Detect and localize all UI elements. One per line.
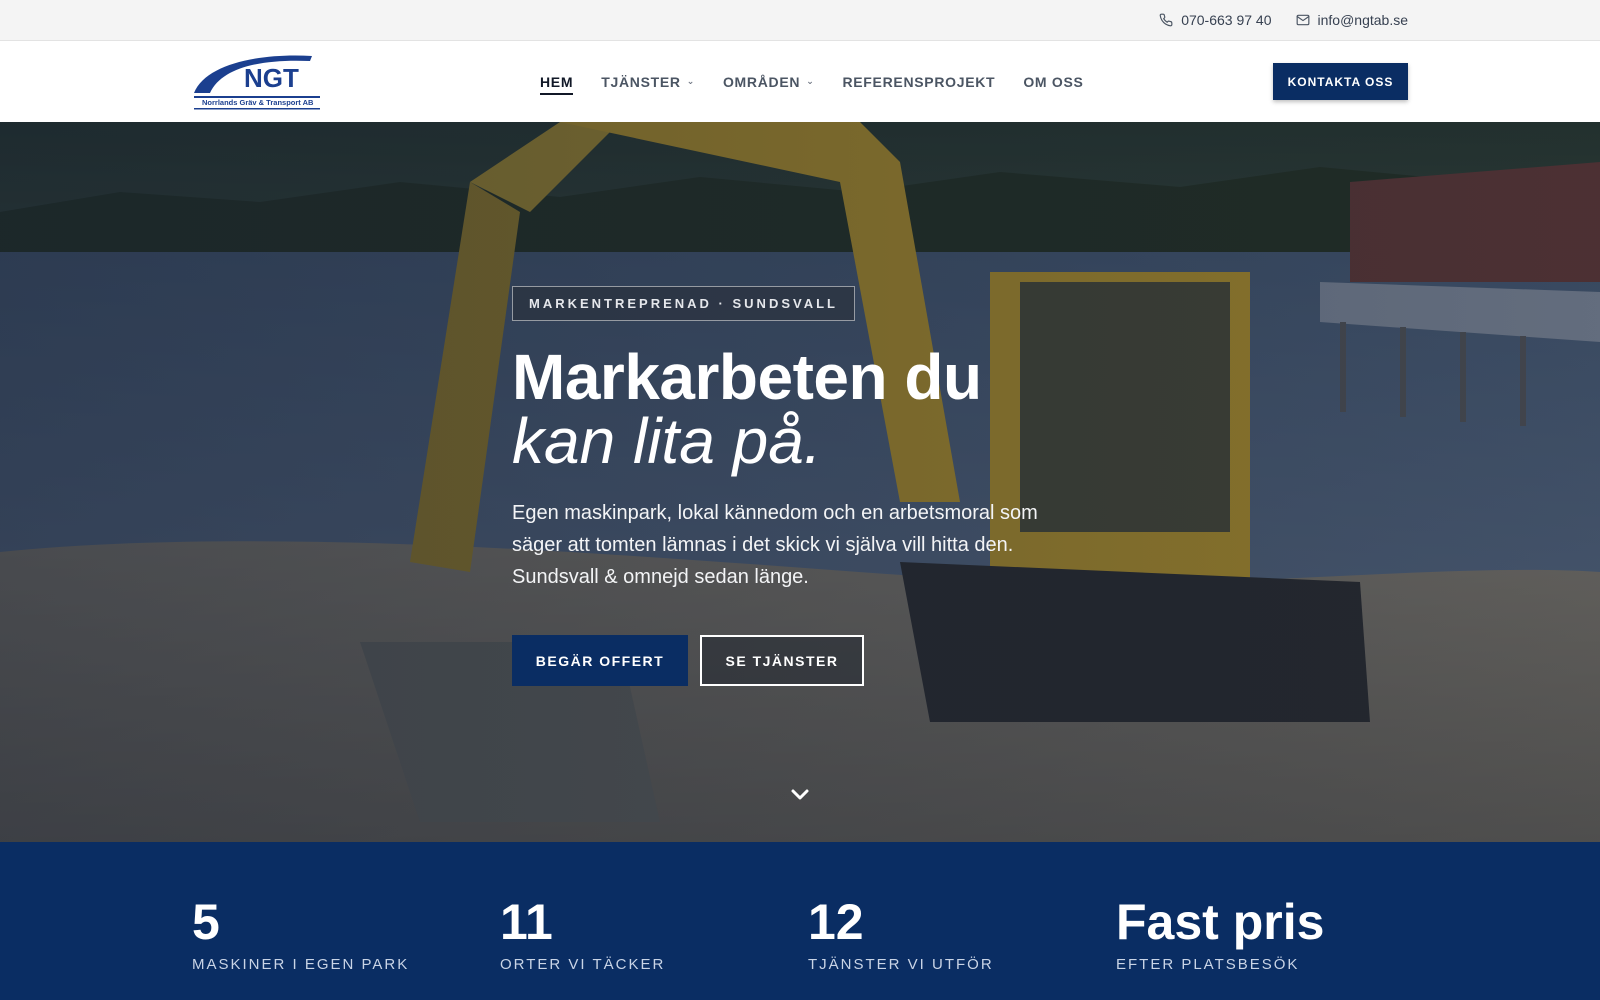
top-contact-bar: 070-663 97 40 info@ngtab.se [1159, 0, 1408, 40]
stat-value: 12 [808, 894, 864, 950]
nav-item-referensprojekt[interactable]: REFERENSPROJEKT [842, 41, 995, 122]
nav-item-label: REFERENSPROJEKT [842, 73, 996, 90]
nav-item-om-oss[interactable]: OM OSS [1023, 41, 1083, 122]
stat-label: TJÄNSTER VI UTFÖR [808, 956, 994, 973]
nav-item-label: TJÄNSTER [601, 73, 681, 90]
stat-machines: 5 MASKINER I EGEN PARK [192, 894, 409, 973]
hero-section: MARKENTREPRENAD · SUNDSVALL Markarbeten … [0, 122, 1600, 842]
stat-towns: 11 ORTER VI TÄCKER [500, 894, 665, 973]
chevron-down-icon[interactable] [788, 782, 812, 806]
request-quote-button[interactable]: BEGÄR OFFERT [512, 635, 688, 686]
hero-title-line2: kan lita på. [512, 405, 822, 477]
stat-label: ORTER VI TÄCKER [500, 956, 666, 973]
contact-button[interactable]: KONTAKTA OSS [1273, 63, 1408, 100]
stat-fixed-price: Fast pris EFTER PLATSBESÖK [1116, 894, 1324, 973]
hero-content: MARKENTREPRENAD · SUNDSVALL Markarbeten … [512, 286, 1132, 686]
nav-item-label: OM OSS [1023, 73, 1084, 90]
main-nav: HEM TJÄNSTER ⌄ OMRÅDEN ⌄ REFERENSPROJEKT… [540, 41, 1084, 122]
site-logo[interactable]: NGT Norrlands Gräv & Transport AB [192, 53, 322, 111]
stat-label: MASKINER I EGEN PARK [192, 956, 410, 973]
stat-value: Fast pris [1116, 894, 1325, 950]
svg-text:Norrlands Gräv & Transport AB: Norrlands Gräv & Transport AB [202, 98, 314, 107]
hero-buttons: BEGÄR OFFERT SE TJÄNSTER [512, 635, 1132, 686]
nav-item-hem[interactable]: HEM [540, 41, 574, 122]
nav-item-tjanster[interactable]: TJÄNSTER ⌄ [601, 41, 695, 122]
stat-value: 11 [500, 894, 553, 950]
mail-icon [1296, 14, 1309, 26]
stat-value: 5 [192, 894, 220, 950]
hero-title: Markarbeten du kan lita på. [512, 345, 1132, 473]
nav-item-omraden[interactable]: OMRÅDEN ⌄ [723, 41, 814, 122]
see-services-button[interactable]: SE TJÄNSTER [700, 635, 864, 686]
chevron-down-icon: ⌄ [806, 76, 815, 86]
stat-label: EFTER PLATSBESÖK [1116, 956, 1300, 973]
phone-icon [1159, 13, 1173, 27]
email-address: info@ngtab.se [1317, 12, 1409, 28]
nav-item-label: HEM [540, 73, 574, 90]
phone-number: 070-663 97 40 [1181, 12, 1272, 28]
ngt-logo-mark: NGT Norrlands Gräv & Transport AB [194, 55, 320, 110]
hero-title-line1: Markarbeten du [512, 341, 982, 413]
email-link[interactable]: info@ngtab.se [1296, 12, 1409, 28]
svg-text:NGT: NGT [244, 63, 299, 93]
top-bar: 070-663 97 40 info@ngtab.se [0, 0, 1600, 41]
phone-link[interactable]: 070-663 97 40 [1159, 12, 1272, 28]
stats-section: 5 MASKINER I EGEN PARK 11 ORTER VI TÄCKE… [0, 842, 1600, 1000]
site-header: NGT Norrlands Gräv & Transport AB HEM TJ… [0, 41, 1600, 122]
hero-lead-text: Egen maskinpark, lokal kännedom och en a… [512, 502, 1038, 588]
nav-item-label: OMRÅDEN [722, 73, 801, 90]
chevron-down-icon: ⌄ [686, 76, 695, 86]
hero-eyebrow-badge: MARKENTREPRENAD · SUNDSVALL [512, 286, 855, 321]
stat-services: 12 TJÄNSTER VI UTFÖR [808, 894, 994, 973]
